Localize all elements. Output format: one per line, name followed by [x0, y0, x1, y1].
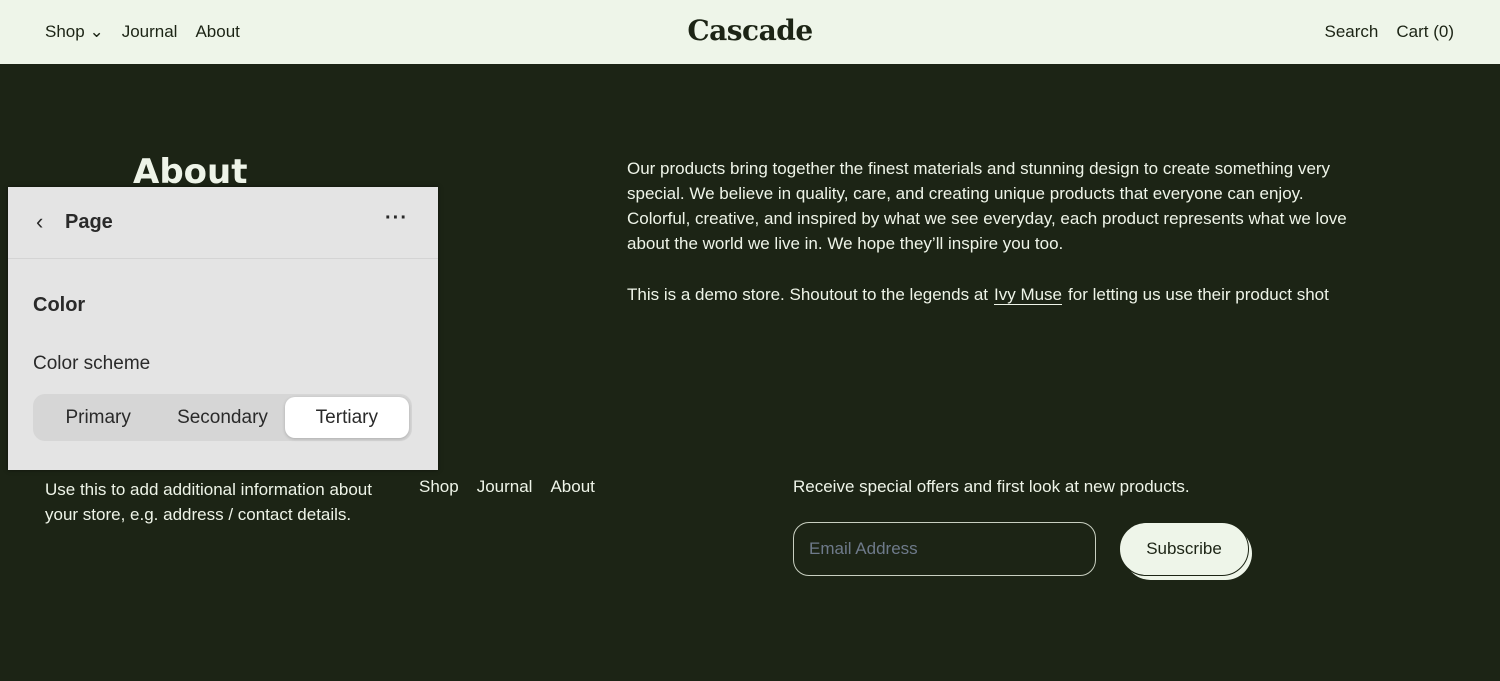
about-paragraph: Our products bring together the finest m… — [627, 159, 1347, 253]
color-scheme-selector: Primary Secondary Tertiary — [33, 394, 412, 441]
settings-panel: ‹ Page ··· Color Color scheme Primary Se… — [8, 187, 438, 470]
about-credit: This is a demo store. Shoutout to the le… — [627, 282, 1357, 307]
option-primary[interactable]: Primary — [36, 397, 160, 438]
about-text: Our products bring together the finest m… — [627, 156, 1357, 333]
ivy-muse-link[interactable]: Ivy Muse — [994, 285, 1063, 305]
footer-nav-journal[interactable]: Journal — [477, 477, 533, 497]
utility-nav: Search Cart (0) — [1325, 22, 1455, 42]
credit-text: This is a demo store. Shoutout to the le… — [627, 285, 988, 304]
newsletter-text: Receive special offers and first look at… — [793, 477, 1190, 496]
logo[interactable]: Cascade — [0, 14, 1500, 47]
subscribe-button[interactable]: Subscribe — [1119, 522, 1249, 576]
email-input[interactable] — [793, 522, 1096, 576]
footer-nav-about[interactable]: About — [550, 477, 594, 497]
section-heading: Color — [33, 294, 86, 316]
footer-info: Use this to add additional information a… — [45, 480, 372, 524]
option-tertiary[interactable]: Tertiary — [284, 397, 409, 438]
color-scheme-label: Color scheme — [33, 353, 151, 374]
search-link[interactable]: Search — [1325, 22, 1379, 42]
footer-nav-shop[interactable]: Shop — [419, 477, 459, 497]
more-options-icon[interactable]: ··· — [385, 207, 408, 230]
site-header: Shop ⌄ Journal About Cascade Search Cart… — [0, 0, 1500, 64]
option-secondary[interactable]: Secondary — [160, 397, 284, 438]
page-title: About — [133, 152, 248, 192]
credit-text-end: for letting us use their product shot — [1068, 285, 1329, 304]
back-icon[interactable]: ‹ — [36, 209, 43, 235]
panel-title: Page — [65, 211, 113, 233]
footer-nav: Shop Journal About — [419, 477, 595, 497]
cart-link[interactable]: Cart (0) — [1396, 22, 1454, 42]
panel-header: ‹ Page ··· — [8, 187, 438, 259]
